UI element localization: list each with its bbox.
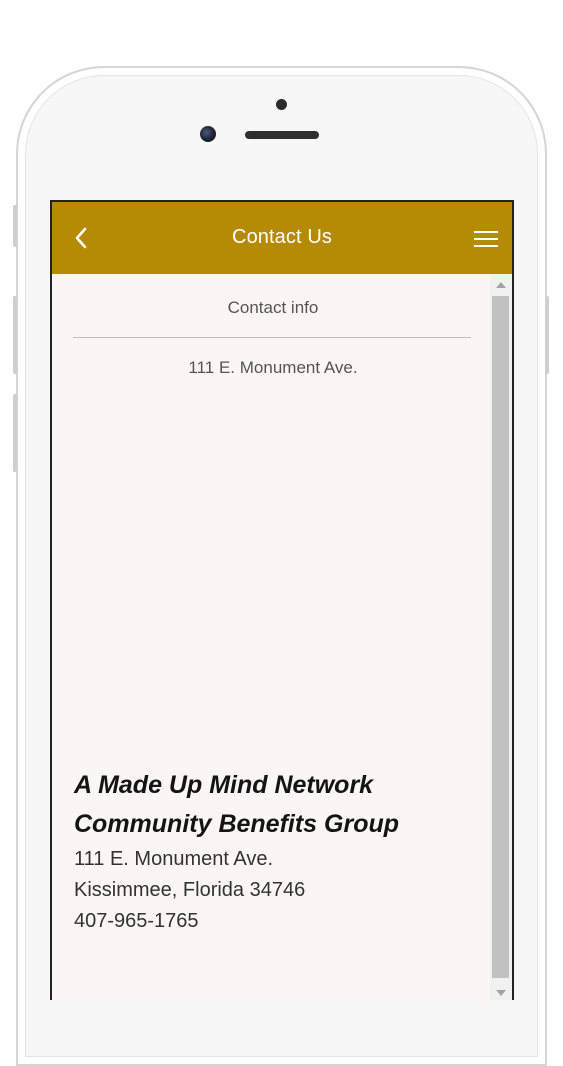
section-divider (73, 337, 471, 338)
volume-down-button (13, 394, 17, 472)
section-title: Contact info (227, 298, 319, 317)
hamburger-menu-icon[interactable] (474, 231, 498, 249)
proximity-sensor (276, 99, 287, 110)
volume-up-button (13, 296, 17, 374)
address-summary: 111 E. Monument Ave. (188, 358, 358, 377)
org-name-line2: Community Benefits Group (74, 810, 400, 838)
app-bar: Contact Us (52, 202, 512, 274)
power-button (545, 296, 549, 374)
contact-content: Contact info 111 E. Monument Ave. A Made… (52, 274, 494, 1000)
organization-block: A Made Up Mind Network Community Benefit… (74, 766, 474, 937)
org-name-line1: A Made Up Mind Network (74, 771, 374, 799)
front-camera-icon (200, 126, 216, 142)
page-title: Contact Us (232, 226, 332, 248)
scroll-thumb[interactable] (492, 296, 509, 978)
street-address: 111 E. Monument Ave. (74, 848, 274, 870)
phone-screen: Contact Us Contact info 111 E. Monument … (50, 200, 514, 1000)
scroll-down-arrow-icon[interactable] (496, 990, 506, 996)
earpiece-speaker (245, 131, 319, 139)
phone-number[interactable]: 407-965-1765 (74, 906, 474, 937)
scroll-up-arrow-icon[interactable] (496, 282, 506, 288)
mute-switch (13, 205, 17, 247)
city-state-zip: Kissimmee, Florida 34746 (74, 879, 306, 901)
vertical-scrollbar[interactable] (490, 274, 512, 1000)
